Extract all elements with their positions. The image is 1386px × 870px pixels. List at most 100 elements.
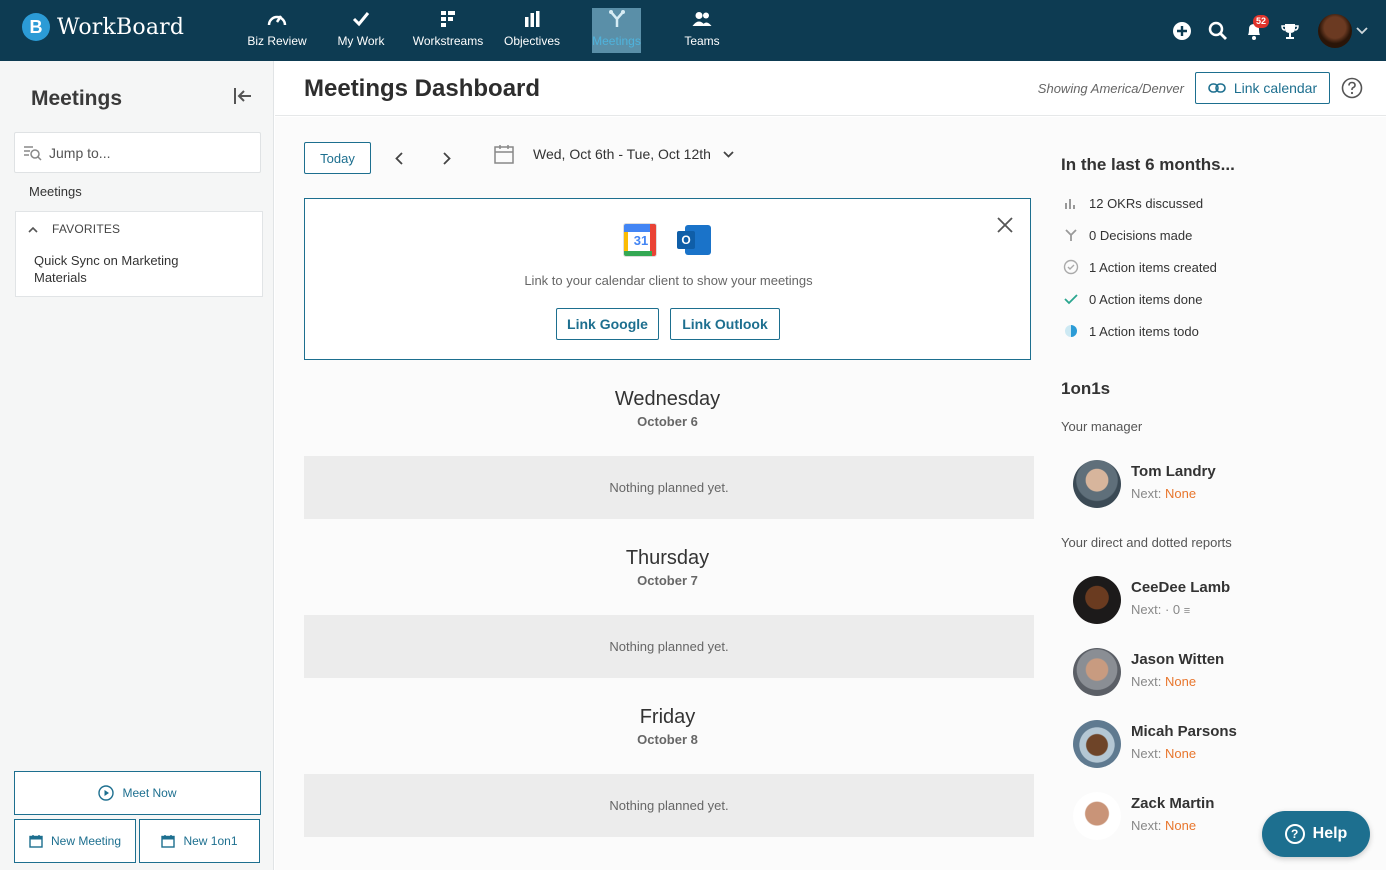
top-right-actions: 52	[1164, 0, 1372, 61]
stat-okrs: 12 OKRs discussed	[1063, 195, 1203, 211]
manager-subheading: Your manager	[1061, 419, 1143, 434]
nav-label: Teams	[684, 34, 720, 48]
person-name: CeeDee Lamb	[1131, 579, 1231, 596]
page-title: Meetings Dashboard	[304, 75, 541, 102]
previous-week-icon[interactable]	[389, 148, 409, 168]
day-empty-state: Nothing planned yet.	[304, 456, 1034, 519]
date-range-picker[interactable]: Wed, Oct 6th - Tue, Oct 12th	[493, 143, 734, 165]
new-meeting-button[interactable]: New Meeting	[14, 819, 136, 863]
jump-to-input[interactable]	[49, 144, 249, 161]
new-1on1-button[interactable]: New 1on1	[139, 819, 260, 863]
meetings-content: Today Wed, Oct 6th - Tue, Oct 12th 31 O	[275, 117, 1386, 870]
stats-title: In the last 6 months...	[1061, 155, 1235, 174]
favorites-header[interactable]: FAVORITES	[28, 222, 120, 236]
link-calendar-label: Link calendar	[1233, 80, 1318, 96]
brand-logo[interactable]: B WorkBoard	[22, 13, 184, 41]
help-question-icon[interactable]	[1341, 77, 1363, 99]
nav-label: Meetings	[592, 34, 641, 48]
notifications-bell-icon[interactable]: 52	[1236, 13, 1272, 49]
link-calendar-message: Link to your calendar client to show you…	[524, 273, 813, 288]
meet-now-label: Meet Now	[122, 786, 177, 800]
nav-meetings[interactable]: Meetings	[592, 8, 641, 53]
favorites-label: FAVORITES	[52, 222, 121, 236]
nav-label: Objectives	[503, 34, 561, 48]
oneonones-title: 1on1s	[1061, 379, 1111, 398]
question-circle-icon: ?	[1284, 824, 1305, 844]
close-icon[interactable]	[996, 216, 1014, 234]
person-name: Tom Landry	[1131, 463, 1216, 480]
nav-workstreams[interactable]: Workstreams	[412, 8, 484, 53]
help-button[interactable]: ? Help	[1262, 811, 1370, 857]
next-meeting: Next: None	[1131, 486, 1197, 501]
sidebar-meetings-label[interactable]: Meetings	[29, 184, 82, 199]
today-button[interactable]: Today	[304, 142, 371, 174]
day-date: October 8	[637, 732, 698, 747]
nav-objectives[interactable]: Objectives	[503, 8, 561, 53]
report-card[interactable]: Micah Parsons Next: None	[1073, 720, 1237, 768]
stat-text: 1 Action items created	[1089, 259, 1217, 275]
calendar-icon	[493, 143, 515, 165]
report-card[interactable]: Zack Martin Next: None	[1073, 792, 1214, 840]
play-circle-icon	[98, 785, 115, 801]
nav-my-work[interactable]: My Work	[333, 8, 389, 53]
day-header: Wednesday October 6	[304, 388, 1031, 429]
day-date: October 7	[637, 573, 698, 588]
calendar-icon	[161, 834, 176, 848]
day-empty-state: Nothing planned yet.	[304, 774, 1034, 837]
checkmark-icon	[350, 8, 372, 30]
link-calendar-button[interactable]: Link calendar	[1195, 72, 1330, 104]
nav-teams[interactable]: Teams	[683, 8, 721, 53]
stat-text: 12 OKRs discussed	[1089, 195, 1204, 211]
person-name: Zack Martin	[1131, 795, 1215, 812]
link-outlook-button[interactable]: Link Outlook	[670, 308, 780, 340]
person-name: Micah Parsons	[1131, 723, 1237, 740]
chevron-up-icon	[28, 222, 38, 236]
day-name: Thursday	[625, 547, 710, 569]
search-icon[interactable]	[1200, 13, 1236, 49]
add-icon[interactable]	[1164, 13, 1200, 49]
top-navbar: B WorkBoard Biz Review My Work Workstrea…	[0, 0, 1386, 61]
nav-biz-review[interactable]: Biz Review	[246, 8, 308, 53]
link-google-button[interactable]: Link Google	[556, 308, 659, 340]
meet-now-button[interactable]: Meet Now	[14, 771, 261, 815]
gauge-icon	[266, 8, 288, 30]
avatar	[1073, 648, 1121, 696]
circle-check-icon	[1063, 259, 1079, 275]
report-card[interactable]: Jason Witten Next: None	[1073, 648, 1224, 696]
collapse-sidebar-icon[interactable]	[232, 85, 254, 107]
chevron-down-icon	[723, 150, 734, 158]
avatar	[1073, 792, 1121, 840]
calendar-provider-icons: 31 O	[623, 223, 711, 257]
reports-subheading: Your direct and dotted reports	[1061, 535, 1232, 550]
nav-label: Biz Review	[247, 34, 307, 48]
avatar	[1073, 576, 1121, 624]
person-name: Jason Witten	[1131, 651, 1225, 668]
next-week-icon[interactable]	[437, 148, 457, 168]
timezone-label: Showing America/Denver	[1037, 81, 1184, 96]
bar-chart-icon	[1063, 195, 1079, 211]
chevron-down-icon[interactable]	[1352, 13, 1372, 49]
report-card[interactable]: CeeDee Lamb Next: · 0 ≡	[1073, 576, 1230, 624]
nav-label: My Work	[337, 34, 385, 48]
next-meeting: Next: None	[1131, 818, 1197, 833]
notification-badge: 52	[1253, 14, 1270, 28]
main-header: Meetings Dashboard Showing America/Denve…	[275, 61, 1386, 116]
brand-name: WorkBoard	[57, 14, 185, 40]
day-date: October 6	[637, 414, 698, 429]
search-list-icon	[23, 144, 43, 162]
check-icon	[1063, 291, 1079, 307]
stat-text: 1 Action items todo	[1089, 323, 1199, 339]
bar-chart-icon	[521, 8, 543, 30]
decision-icon	[1063, 227, 1079, 243]
favorite-meeting-item[interactable]: Quick Sync on Marketing Materials	[34, 252, 214, 286]
user-avatar[interactable]	[1318, 13, 1352, 48]
day-name: Wednesday	[614, 388, 721, 410]
next-meeting: Next: · 0 ≡	[1131, 602, 1191, 617]
jump-to-search[interactable]	[14, 132, 261, 173]
manager-card[interactable]: Tom Landry Next: None	[1073, 460, 1216, 508]
meetings-icon	[606, 8, 628, 30]
avatar	[1073, 720, 1121, 768]
trophy-icon[interactable]	[1272, 13, 1308, 49]
day-name: Friday	[639, 706, 696, 728]
next-meeting: Next: None	[1131, 674, 1197, 689]
